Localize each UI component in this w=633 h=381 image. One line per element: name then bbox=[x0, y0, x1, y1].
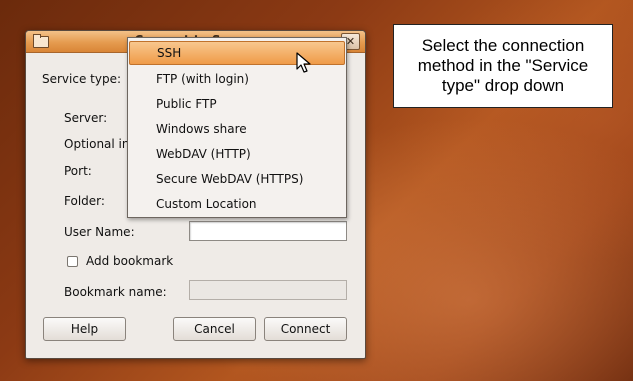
user-name-label: User Name: bbox=[64, 225, 135, 239]
service-type-dropdown-menu: SSH FTP (with login) Public FTP Windows … bbox=[127, 37, 347, 218]
help-button[interactable]: Help bbox=[43, 317, 126, 341]
optional-info-label: Optional in bbox=[64, 137, 130, 151]
menu-item-ssh[interactable]: SSH bbox=[129, 41, 345, 65]
add-bookmark-label[interactable]: Add bookmark bbox=[86, 254, 173, 268]
connect-button[interactable]: Connect bbox=[264, 317, 347, 341]
bookmark-name-field[interactable] bbox=[189, 280, 347, 300]
menu-item-custom-location[interactable]: Custom Location bbox=[129, 192, 345, 216]
menu-item-windows-share[interactable]: Windows share bbox=[129, 117, 345, 141]
server-label: Server: bbox=[64, 111, 108, 125]
cancel-button[interactable]: Cancel bbox=[173, 317, 256, 341]
menu-item-webdav-http[interactable]: WebDAV (HTTP) bbox=[129, 142, 345, 166]
instruction-callout: Select the connection method in the "Ser… bbox=[393, 24, 613, 108]
port-label: Port: bbox=[64, 164, 92, 178]
menu-item-ftp-with-login[interactable]: FTP (with login) bbox=[129, 67, 345, 91]
menu-item-secure-webdav-https[interactable]: Secure WebDAV (HTTPS) bbox=[129, 167, 345, 191]
add-bookmark-checkbox[interactable] bbox=[67, 256, 78, 267]
folder-label: Folder: bbox=[64, 194, 105, 208]
service-type-label: Service type: bbox=[42, 72, 122, 86]
bookmark-name-label: Bookmark name: bbox=[64, 285, 167, 299]
menu-item-public-ftp[interactable]: Public FTP bbox=[129, 92, 345, 116]
user-name-field[interactable] bbox=[189, 221, 347, 241]
mouse-pointer-icon bbox=[296, 52, 311, 73]
